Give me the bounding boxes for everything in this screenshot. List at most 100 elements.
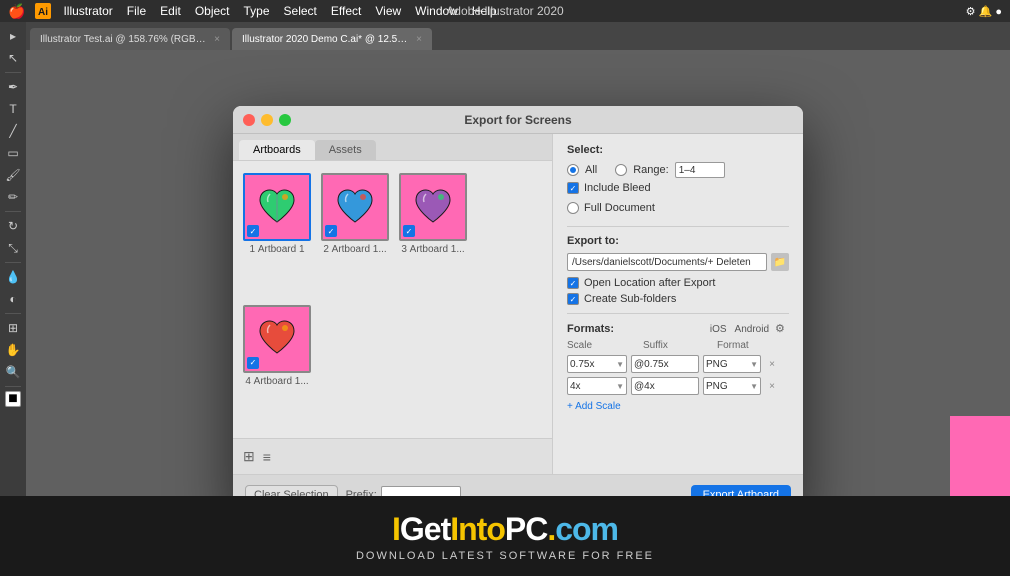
select-section-label: Select: [567, 144, 789, 156]
col-header-format: Format [717, 340, 787, 351]
dialog-title: Export for Screens [464, 113, 571, 127]
tool-pen[interactable]: ✒ [3, 77, 23, 97]
grid-view-icon[interactable]: ⊞ [243, 448, 255, 465]
tab-close-2[interactable]: × [416, 34, 422, 45]
menu-bar: 🍎 Ai Illustrator File Edit Object Type S… [0, 0, 1010, 22]
format-suffix-field-1[interactable]: @0.75x [631, 355, 699, 373]
format-scale-select-2[interactable]: 4x ▼ [567, 377, 627, 395]
dialog-close-button[interactable] [243, 114, 255, 126]
artboard-checkbox-3[interactable]: ✓ [403, 225, 415, 237]
tool-fill[interactable]: ■ [5, 391, 21, 407]
artboard-asset-tabs: Artboards Assets [233, 134, 552, 161]
divider-1 [567, 226, 789, 227]
formats-gear-button[interactable]: ⚙ [775, 322, 789, 336]
select-radio-group: All Range: ✓ Include Bleed Full Document [567, 162, 789, 218]
create-subfolders-label: Create Sub-folders [584, 293, 676, 305]
tool-text[interactable]: T [3, 99, 23, 119]
full-document-radio[interactable] [567, 202, 579, 214]
format-scale-select-1[interactable]: 0.75x ▼ [567, 355, 627, 373]
artboard-checkbox-1[interactable]: ✓ [247, 225, 259, 237]
tab-test-ai[interactable]: Illustrator Test.ai @ 158.76% (RGB/GPU P… [30, 28, 230, 50]
create-subfolders-checkbox[interactable]: ✓ [567, 293, 579, 305]
watermark-logo: IGetIntoPC.com [392, 511, 618, 548]
format-remove-button-2[interactable]: × [765, 379, 779, 393]
tool-artboard[interactable]: ⊞ [3, 318, 23, 338]
artboard-item-1[interactable]: ✓ 1 Artboard 1 [243, 173, 311, 295]
tab-close-1[interactable]: × [214, 34, 220, 45]
open-after-export-label: Open Location after Export [584, 277, 715, 289]
tab-artboards[interactable]: Artboards [239, 140, 315, 160]
menu-effect[interactable]: Effect [325, 3, 367, 19]
format-suffix-field-2[interactable]: @4x [631, 377, 699, 395]
include-bleed-row: ✓ Include Bleed [567, 182, 789, 194]
divider-2 [567, 313, 789, 314]
tab-demo-ai[interactable]: Illustrator 2020 Demo C.ai* @ 12.5% (RGB… [232, 28, 432, 50]
tool-separator-2 [5, 211, 21, 212]
open-after-export-row: ✓ Open Location after Export [567, 277, 789, 289]
tool-scale[interactable]: ⤡ [3, 238, 23, 258]
range-input[interactable] [675, 162, 725, 178]
col-header-scale: Scale [567, 340, 627, 351]
list-view-icon[interactable]: ≡ [263, 449, 271, 465]
menu-bar-right: ⚙ 🔔 ● [966, 5, 1002, 18]
menu-items: Illustrator File Edit Object Type Select… [57, 3, 502, 19]
illustrator-icon: Ai [35, 3, 51, 19]
formats-column-headers: Scale Suffix Format [567, 340, 789, 353]
artboard-thumb-3[interactable]: ✓ [399, 173, 467, 241]
tool-pencil[interactable]: ✏ [3, 187, 23, 207]
artboard-checkbox-2[interactable]: ✓ [325, 225, 337, 237]
tool-separator-3 [5, 262, 21, 263]
watermark-subtitle: Download Latest Software for Free [356, 550, 654, 562]
svg-text:Ai: Ai [38, 7, 48, 18]
artboard-thumb-4[interactable]: ✓ [243, 305, 311, 373]
tool-direct-select[interactable]: ↖ [3, 48, 23, 68]
export-to-label: Export to: [567, 235, 789, 247]
tool-zoom[interactable]: 🔍 [3, 362, 23, 382]
folder-browse-button[interactable]: 📁 [771, 253, 789, 271]
tool-line[interactable]: ╱ [3, 121, 23, 141]
format-format-select-2[interactable]: PNG ▼ [703, 377, 761, 395]
menu-select[interactable]: Select [278, 3, 323, 19]
tool-rect[interactable]: ▭ [3, 143, 23, 163]
menu-edit[interactable]: Edit [154, 3, 187, 19]
apple-menu[interactable]: 🍎 [8, 3, 25, 20]
tool-hand[interactable]: ✋ [3, 340, 23, 360]
export-path-box[interactable]: /Users/danielscott/Documents/+ Deleten [567, 253, 767, 271]
format-ios-tab[interactable]: iOS [710, 324, 727, 335]
tab-assets[interactable]: Assets [315, 140, 376, 160]
artboard-thumb-2[interactable]: ✓ [321, 173, 389, 241]
formats-label: Formats: [567, 323, 710, 335]
artboard-grid: ✓ 1 Artboard 1 [233, 161, 552, 438]
open-after-export-checkbox[interactable]: ✓ [567, 277, 579, 289]
menu-object[interactable]: Object [189, 3, 236, 19]
dialog-maximize-button[interactable] [279, 114, 291, 126]
tool-separator-5 [5, 386, 21, 387]
artboard-item-2[interactable]: ✓ 2 Artboard 1... [321, 173, 389, 295]
menu-type[interactable]: Type [238, 3, 276, 19]
format-remove-button-1[interactable]: × [765, 357, 779, 371]
menu-file[interactable]: File [121, 3, 152, 19]
add-scale-button[interactable]: + Add Scale [567, 399, 789, 414]
menu-illustrator[interactable]: Illustrator [57, 3, 118, 19]
format-format-select-1[interactable]: PNG ▼ [703, 355, 761, 373]
dialog-minimize-button[interactable] [261, 114, 273, 126]
menu-view[interactable]: View [369, 3, 407, 19]
artboard-item-3[interactable]: ✓ 3 Artboard 1... [399, 173, 467, 295]
tool-eyedropper[interactable]: 💧 [3, 267, 23, 287]
formats-platform-tabs: iOS Android [710, 324, 769, 335]
tool-separator-4 [5, 313, 21, 314]
artboard-thumb-1[interactable]: ✓ [243, 173, 311, 241]
tool-rotate[interactable]: ↻ [3, 216, 23, 236]
artboard-checkbox-4[interactable]: ✓ [247, 357, 259, 369]
artboard-item-4[interactable]: ✓ 4 Artboard 1... [243, 305, 311, 427]
artboard-label-4: 4 Artboard 1... [245, 376, 308, 387]
tool-brush[interactable]: 🖌 [3, 165, 23, 185]
create-subfolders-row: ✓ Create Sub-folders [567, 293, 789, 305]
radio-all[interactable] [567, 164, 579, 176]
format-android-tab[interactable]: Android [735, 324, 769, 335]
include-bleed-checkbox[interactable]: ✓ [567, 182, 579, 194]
tool-blend[interactable]: ◐ [3, 289, 23, 309]
radio-range[interactable] [615, 164, 627, 176]
formats-header: Formats: iOS Android ⚙ [567, 322, 789, 336]
tool-select[interactable]: ▸ [3, 26, 23, 46]
